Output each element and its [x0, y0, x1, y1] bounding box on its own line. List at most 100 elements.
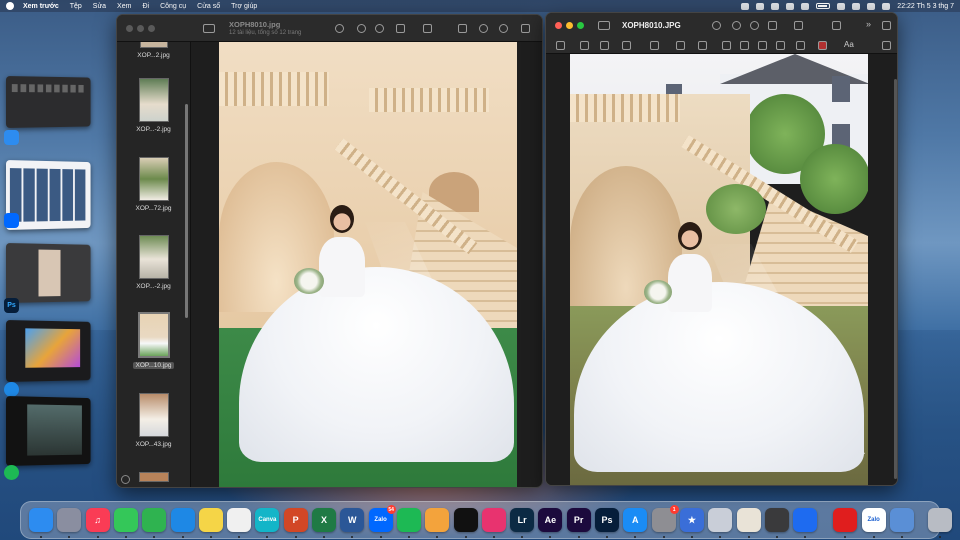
- spotify-icon[interactable]: [396, 508, 421, 532]
- settings-icon[interactable]: 1: [651, 505, 679, 532]
- rotate-icon[interactable]: [832, 21, 841, 30]
- control-center-icon[interactable]: [867, 2, 876, 10]
- menu-help[interactable]: Trợ giúp: [231, 3, 257, 10]
- menu-window[interactable]: Cửa sổ: [197, 3, 220, 10]
- finder-icon[interactable]: [29, 508, 53, 532]
- zalo-icon[interactable]: Zalo 54: [368, 505, 396, 532]
- audio-icon[interactable]: [801, 2, 810, 10]
- search-icon[interactable]: [852, 2, 861, 10]
- sidebar-toggle-icon[interactable]: [598, 21, 610, 30]
- roblox-icon[interactable]: [793, 508, 818, 532]
- zoom-out-icon[interactable]: [732, 21, 741, 30]
- notes-icon[interactable]: [198, 508, 223, 532]
- apple-menu-icon[interactable]: [6, 2, 14, 10]
- after-effects-icon[interactable]: Ae: [538, 508, 563, 532]
- menu-app-name[interactable]: Xem trước: [23, 3, 59, 10]
- siri-icon[interactable]: [882, 2, 891, 10]
- info-icon[interactable]: [712, 21, 721, 30]
- close-button[interactable]: [126, 25, 133, 32]
- menu-view[interactable]: Xem: [117, 3, 131, 10]
- markup-pen-icon[interactable]: [794, 21, 803, 30]
- photo-canvas[interactable]: [570, 54, 868, 485]
- minimize-button[interactable]: [137, 25, 144, 32]
- thumbnail-item[interactable]: XOP...2.jpg: [117, 42, 190, 60]
- markup-pen-icon[interactable]: [423, 24, 432, 33]
- shape-style-icon[interactable]: [776, 41, 785, 50]
- premiere-icon[interactable]: Pr: [566, 508, 591, 532]
- canva-icon[interactable]: Canva: [255, 508, 280, 532]
- instant-alpha-icon[interactable]: [580, 41, 589, 50]
- photo-scrollbar[interactable]: [894, 79, 897, 479]
- display-icon[interactable]: [786, 2, 795, 10]
- safari-icon[interactable]: [170, 508, 195, 532]
- zoom-out-icon[interactable]: [357, 24, 366, 33]
- thumbnail-item[interactable]: XOP...43.jpg: [117, 393, 190, 449]
- stage-window-photoshop[interactable]: [6, 243, 91, 303]
- text-style-menu[interactable]: Aa: [844, 40, 854, 49]
- trash-icon[interactable]: [928, 508, 953, 532]
- acrobat-icon[interactable]: [833, 508, 858, 532]
- menu-tools[interactable]: Công cụ: [160, 3, 186, 10]
- text-tool-icon[interactable]: [676, 41, 685, 50]
- thumbnail-item[interactable]: XOP...72.jpg: [117, 157, 190, 213]
- menu-edit[interactable]: Sửa: [93, 3, 106, 10]
- selection-tool-icon[interactable]: [556, 41, 565, 50]
- more-chevron-icon[interactable]: »: [866, 19, 871, 29]
- close-button[interactable]: [555, 22, 562, 29]
- zoom-button[interactable]: [148, 25, 155, 32]
- search-icon[interactable]: [521, 24, 530, 33]
- minimize-button[interactable]: [566, 22, 573, 29]
- facetime-icon[interactable]: [142, 508, 167, 532]
- wifi-icon[interactable]: [837, 2, 846, 10]
- headset-icon[interactable]: [425, 508, 450, 532]
- thumbnail-item-selected[interactable]: XOP...10.jpg: [117, 312, 190, 370]
- rotate-icon[interactable]: [458, 24, 467, 33]
- preview-window-right[interactable]: XOPH8010.JPG » Aa: [545, 12, 898, 486]
- stage-window-finder[interactable]: [6, 76, 91, 128]
- fill-color-icon[interactable]: [818, 41, 827, 50]
- preview-icon[interactable]: [890, 508, 914, 532]
- preview-right-titlebar[interactable]: XOPH8010.JPG » Aa: [546, 13, 897, 54]
- adjust-color-icon[interactable]: [740, 41, 749, 50]
- lightroom-icon[interactable]: Lr: [510, 508, 535, 532]
- info-icon[interactable]: [335, 24, 344, 33]
- zalo-icon[interactable]: Zalo: [861, 508, 886, 532]
- phone-icon[interactable]: [708, 508, 733, 532]
- markup-icon[interactable]: [479, 24, 488, 33]
- music-icon[interactable]: ♫: [85, 508, 110, 532]
- pen-status-icon[interactable]: [756, 2, 765, 10]
- share-icon[interactable]: [396, 24, 405, 33]
- sidebar-toggle-icon[interactable]: [203, 24, 215, 33]
- capcut-icon[interactable]: [453, 508, 478, 532]
- photos-icon[interactable]: [227, 508, 252, 532]
- draw-icon[interactable]: [622, 41, 631, 50]
- comment-icon[interactable]: [882, 41, 891, 50]
- sketch-icon[interactable]: [600, 41, 609, 50]
- smiley-icon[interactable]: [499, 24, 508, 33]
- creative-cloud-icon[interactable]: [481, 508, 506, 532]
- adjust-size-icon[interactable]: [758, 41, 767, 50]
- zoom-in-icon[interactable]: [750, 21, 759, 30]
- creative-cloud-status-icon[interactable]: [741, 2, 750, 10]
- add-icon[interactable]: [121, 475, 130, 484]
- launchpad-icon[interactable]: [57, 508, 82, 532]
- share-icon[interactable]: [768, 21, 777, 30]
- battery-icon[interactable]: [816, 3, 831, 9]
- appstore-icon[interactable]: A: [623, 508, 648, 532]
- photo-canvas[interactable]: [219, 42, 517, 487]
- powerpoint-icon[interactable]: P: [283, 508, 308, 532]
- stage-window-spotify[interactable]: [6, 396, 91, 466]
- preview-left-titlebar[interactable]: XOPH8010.jpg 12 tài liệu, tổng số 12 tra…: [117, 15, 542, 42]
- menu-clock[interactable]: 22:22 Th 5 3 thg 7: [897, 3, 954, 10]
- messages-icon[interactable]: [113, 508, 138, 532]
- border-color-icon[interactable]: [796, 41, 805, 50]
- zoom-button[interactable]: [577, 22, 584, 29]
- bluetooth-icon[interactable]: [771, 2, 780, 10]
- calculator-icon[interactable]: [764, 508, 789, 532]
- stage-window-safari[interactable]: [6, 320, 91, 382]
- shapes-icon[interactable]: [650, 41, 659, 50]
- search-icon[interactable]: [882, 21, 891, 30]
- zoom-in-icon[interactable]: [375, 24, 384, 33]
- thumbnail-item[interactable]: XOP...-2.jpg: [117, 78, 190, 134]
- thumbnail-item[interactable]: XOP...-2.jpg: [117, 235, 190, 291]
